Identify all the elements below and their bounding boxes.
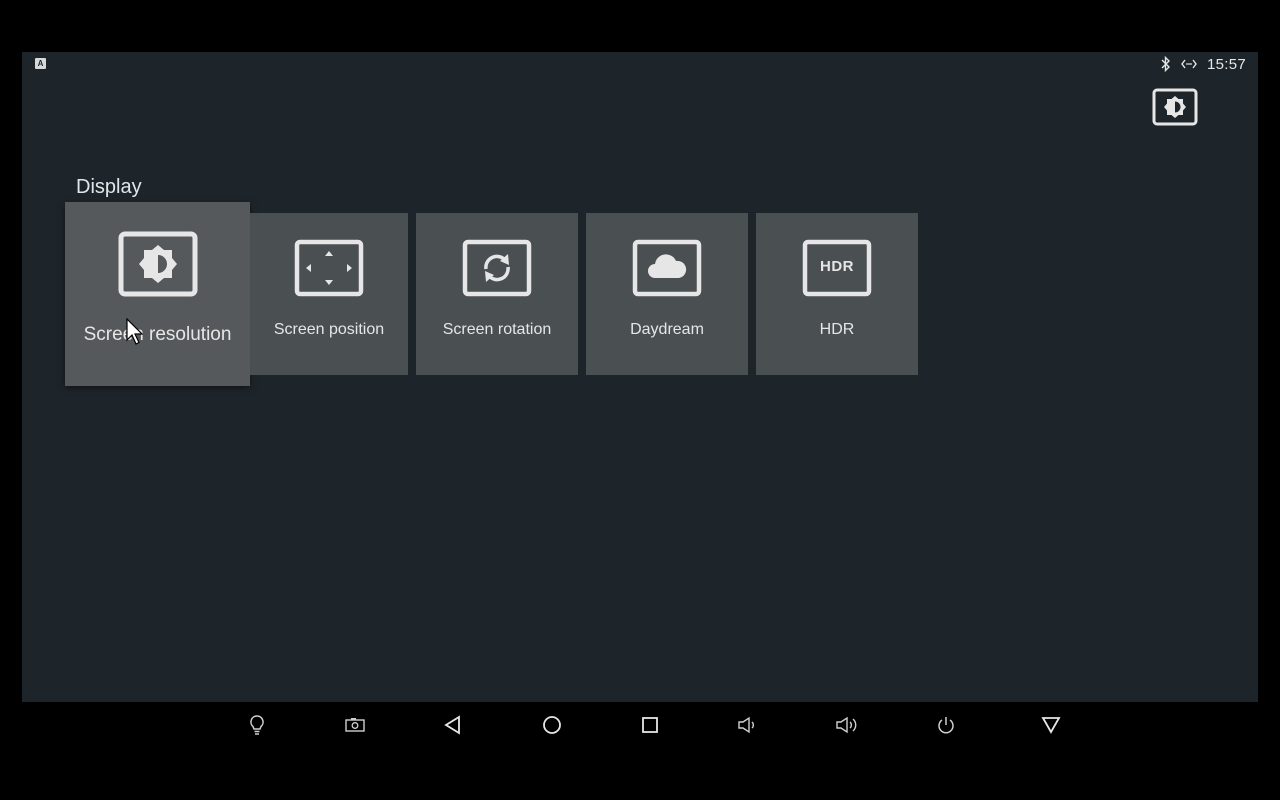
power-icon[interactable]: [934, 713, 958, 737]
brightness-icon: [1152, 88, 1198, 126]
daydream-cloud-icon: [632, 239, 702, 302]
status-bar: A 15:57: [22, 52, 1258, 76]
screen-position-icon: [294, 239, 364, 302]
navigation-bar: [22, 702, 1258, 748]
notification-icon: A: [35, 58, 46, 69]
lightbulb-icon[interactable]: [245, 713, 269, 737]
brightness-icon: [118, 231, 198, 302]
hdr-icon: HDR: [802, 239, 872, 297]
settings-screen: A 15:57 Display Screen resolution Screen…: [22, 52, 1258, 748]
volume-down-icon[interactable]: [736, 713, 760, 737]
home-icon[interactable]: [540, 713, 564, 737]
volume-up-icon[interactable]: [835, 713, 859, 737]
screenshot-icon[interactable]: [343, 713, 367, 737]
back-icon[interactable]: [441, 713, 465, 737]
tile-daydream[interactable]: Daydream: [586, 213, 748, 375]
tile-label: Screen position: [273, 321, 385, 338]
tile-screen-rotation[interactable]: Screen rotation: [416, 213, 578, 375]
hdr-icon-text: HDR: [820, 258, 854, 275]
screen-rotation-icon: [462, 239, 532, 302]
mouse-cursor-icon: [126, 317, 144, 346]
status-icons: 15:57: [1161, 52, 1246, 76]
tile-label: HDR: [819, 321, 855, 338]
tile-screen-position[interactable]: Screen position: [250, 213, 408, 375]
clock: 15:57: [1206, 55, 1246, 73]
hide-navbar-icon[interactable]: [1039, 713, 1063, 737]
section-title: Display: [76, 176, 142, 198]
recents-icon[interactable]: [638, 713, 662, 737]
tile-hdr[interactable]: HDR HDR: [756, 213, 918, 375]
tile-label: Screen resolution: [83, 324, 232, 345]
data-sync-icon: [1181, 58, 1197, 70]
tile-label: Daydream: [630, 321, 704, 338]
bluetooth-icon: [1161, 56, 1171, 72]
tile-label: Screen rotation: [442, 321, 552, 338]
tile-screen-resolution[interactable]: Screen resolution: [65, 202, 250, 386]
